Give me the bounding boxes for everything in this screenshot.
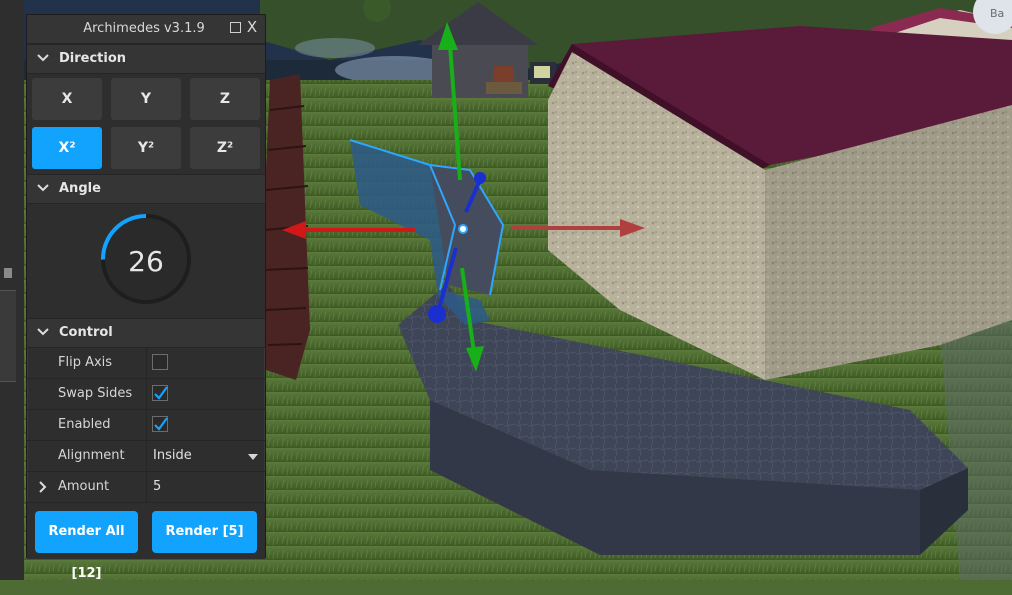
row-divider bbox=[146, 472, 147, 502]
render-all-button[interactable]: Render All [12] bbox=[35, 511, 138, 581]
archimedes-panel: Archimedes v3.1.9 X Direction X Y Z X² Y… bbox=[26, 14, 266, 581]
alignment-select[interactable]: Inside bbox=[153, 448, 192, 463]
render-row: Render All [12] Render [5] bbox=[27, 503, 265, 581]
direction-z2-button[interactable]: Z² bbox=[190, 127, 260, 169]
close-button[interactable]: X bbox=[245, 18, 259, 36]
section-direction-header[interactable]: Direction bbox=[27, 44, 265, 74]
enabled-row: Enabled bbox=[27, 410, 265, 441]
dropdown-arrow-icon[interactable] bbox=[248, 454, 258, 460]
direction-x-button[interactable]: X bbox=[32, 78, 102, 120]
row-divider bbox=[146, 441, 147, 471]
direction-x2-button[interactable]: X² bbox=[32, 127, 102, 169]
angle-value[interactable]: 26 bbox=[101, 245, 191, 278]
maximize-icon[interactable] bbox=[230, 22, 241, 33]
amount-label: Amount bbox=[58, 479, 110, 494]
swap-sides-row: Swap Sides bbox=[27, 379, 265, 410]
chevron-right-icon[interactable] bbox=[39, 481, 47, 493]
render-button[interactable]: Render [5] bbox=[152, 511, 257, 553]
chevron-down-icon bbox=[37, 184, 49, 192]
flip-axis-row: Flip Axis bbox=[27, 348, 265, 379]
enabled-checkbox[interactable] bbox=[152, 416, 168, 432]
alignment-label: Alignment bbox=[58, 448, 125, 463]
direction-y2-button[interactable]: Y² bbox=[111, 127, 181, 169]
section-control-header[interactable]: Control bbox=[27, 318, 265, 348]
row-divider bbox=[146, 379, 147, 409]
section-angle-header[interactable]: Angle bbox=[27, 174, 265, 204]
alignment-row[interactable]: Alignment Inside bbox=[27, 441, 265, 472]
section-control-label: Control bbox=[59, 325, 113, 340]
corner-tag-text: Ba bbox=[990, 7, 1004, 20]
editor-side-strip bbox=[0, 0, 24, 580]
panel-title: Archimedes v3.1.9 bbox=[83, 21, 205, 36]
side-scroll-handle[interactable] bbox=[4, 268, 12, 278]
amount-row: Amount 5 bbox=[27, 472, 265, 503]
direction-grid: X Y Z X² Y² Z² bbox=[27, 74, 265, 174]
direction-y-button[interactable]: Y bbox=[111, 78, 181, 120]
flip-axis-checkbox[interactable] bbox=[152, 354, 168, 370]
flip-axis-label: Flip Axis bbox=[58, 355, 113, 370]
direction-z-button[interactable]: Z bbox=[190, 78, 260, 120]
panel-titlebar[interactable]: Archimedes v3.1.9 X bbox=[27, 15, 265, 44]
amount-input[interactable]: 5 bbox=[153, 479, 161, 494]
row-divider bbox=[146, 410, 147, 440]
angle-area: 26 bbox=[27, 204, 265, 318]
swap-sides-checkbox[interactable] bbox=[152, 385, 168, 401]
row-divider bbox=[146, 348, 147, 378]
checkmark-icon bbox=[154, 417, 168, 431]
chevron-down-icon bbox=[37, 328, 49, 336]
enabled-label: Enabled bbox=[58, 417, 111, 432]
section-direction-label: Direction bbox=[59, 51, 127, 66]
chevron-down-icon bbox=[37, 54, 49, 62]
section-angle-label: Angle bbox=[59, 181, 101, 196]
checkmark-icon bbox=[154, 386, 168, 400]
side-dock-tab[interactable] bbox=[0, 290, 16, 382]
swap-sides-label: Swap Sides bbox=[58, 386, 133, 401]
